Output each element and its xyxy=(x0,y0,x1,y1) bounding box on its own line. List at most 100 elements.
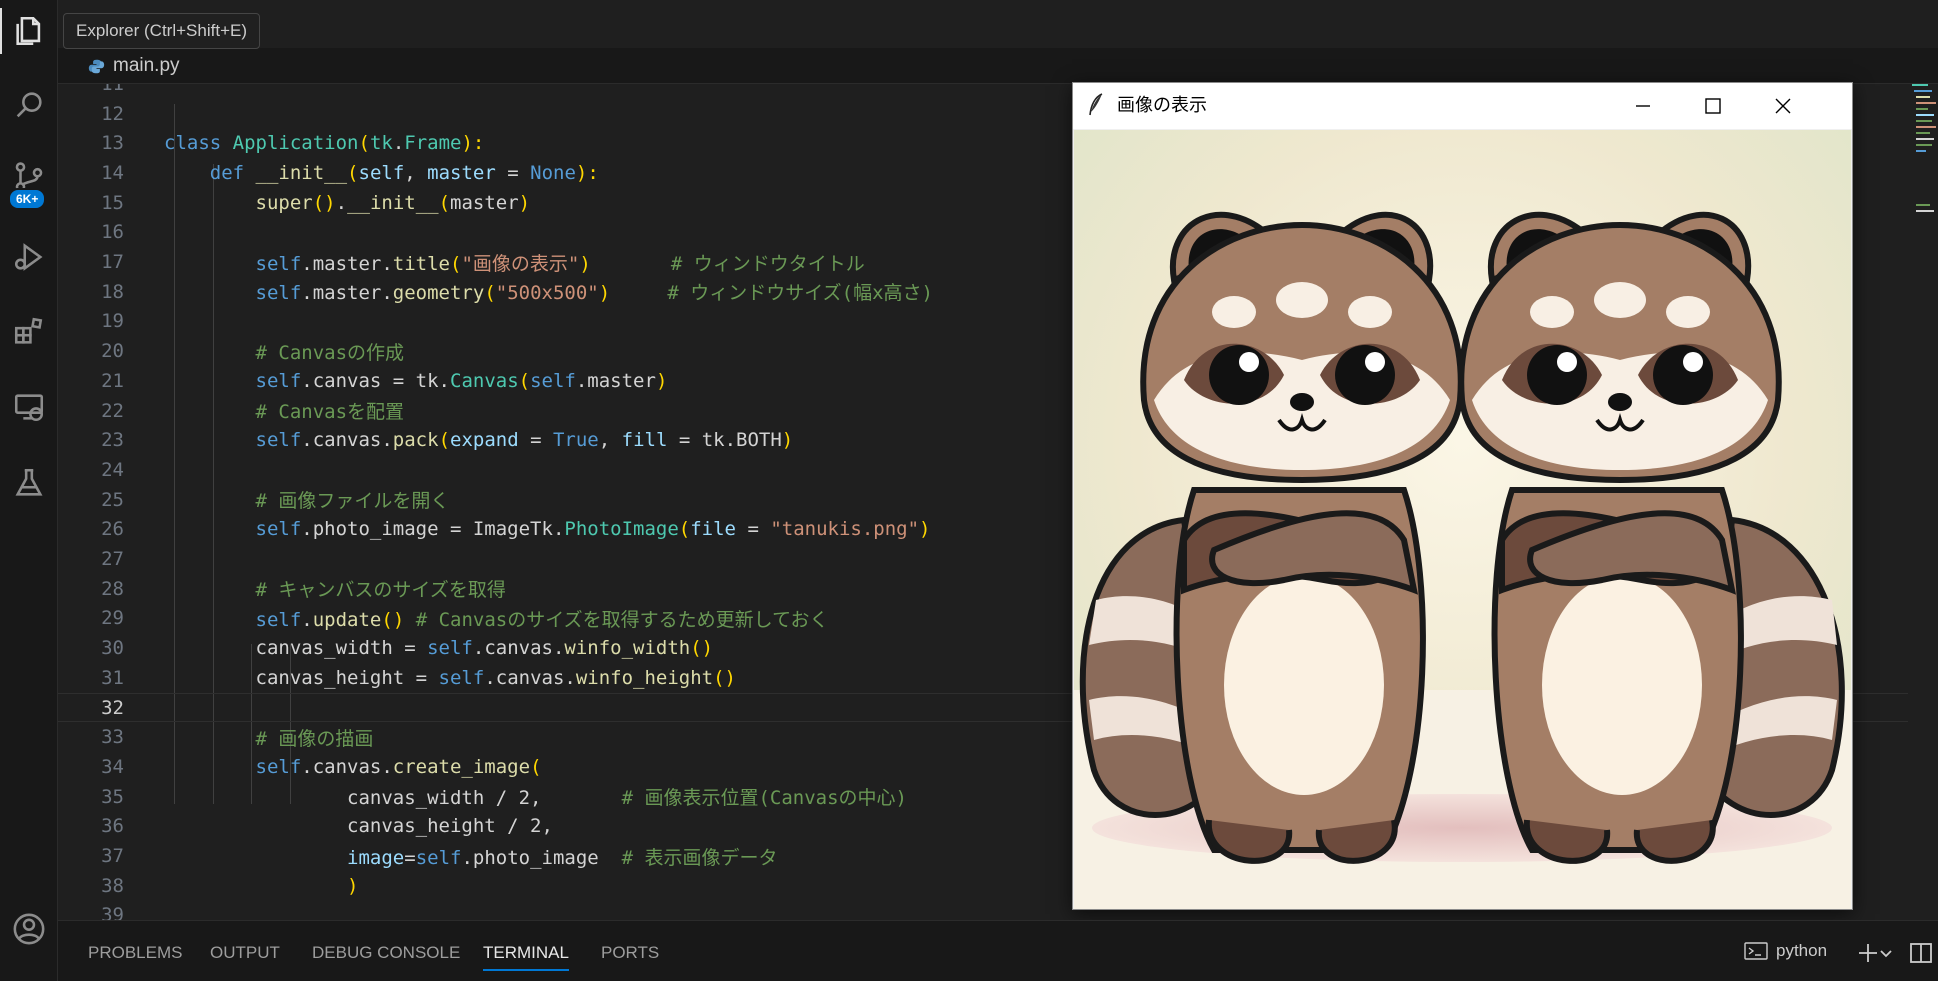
tk-canvas[interactable] xyxy=(1074,130,1851,909)
testing-icon[interactable] xyxy=(0,454,58,512)
minimap[interactable] xyxy=(1908,84,1938,920)
code-token: Frame xyxy=(404,132,462,155)
code-text: self.canvas = tk.Canvas(self.master) xyxy=(164,369,668,392)
search-icon[interactable] xyxy=(0,76,58,134)
code-token: geometry xyxy=(392,282,485,305)
tab-terminal[interactable]: TERMINAL xyxy=(483,943,569,971)
tk-titlebar[interactable]: 画像の表示 xyxy=(1073,83,1852,129)
code-token: .canvas = tk. xyxy=(301,369,450,392)
line-number: 37 xyxy=(101,845,124,868)
tab-debug-console[interactable]: DEBUG CONSOLE xyxy=(312,943,460,963)
terminal-selector[interactable]: python xyxy=(1744,941,1827,961)
tab-problems[interactable]: PROBLEMS xyxy=(88,943,182,963)
line-number: 38 xyxy=(101,874,124,897)
code-token: self xyxy=(255,518,302,541)
tk-feather-icon xyxy=(1089,93,1103,116)
code-token: def xyxy=(209,161,256,184)
code-token: ) xyxy=(347,874,359,897)
line-number: 30 xyxy=(101,637,124,660)
code-token: fill xyxy=(621,429,668,452)
code-token: self xyxy=(530,369,576,392)
code-text: self.canvas.create_image( xyxy=(164,756,542,778)
code-text: # Canvasの作成 xyxy=(164,338,405,365)
code-token: # ウィンドウサイズ(幅x高さ) xyxy=(667,282,934,305)
close-icon xyxy=(1775,98,1791,114)
code-text: class Application(tk.Frame): xyxy=(164,132,484,154)
line-number: 21 xyxy=(101,369,124,392)
tab-main-py[interactable]: main.py xyxy=(88,48,180,84)
code-token: tk xyxy=(369,132,393,155)
code-token: True xyxy=(552,429,599,452)
tab-filename: main.py xyxy=(113,55,180,76)
code-token: expand xyxy=(450,429,519,452)
code-text: canvas_width / 2, # 画像表示位置(Canvasの中心) xyxy=(164,783,907,810)
code-token: . xyxy=(335,191,348,214)
code-token: .master. xyxy=(301,252,393,275)
line-number: 22 xyxy=(101,399,124,422)
code-token: # Canvasの作成 xyxy=(255,341,405,364)
code-token: master xyxy=(450,191,519,214)
code-token: canvas_height = xyxy=(164,666,439,689)
run-debug-icon[interactable] xyxy=(0,228,58,286)
split-terminal-button[interactable] xyxy=(1908,940,1934,966)
code-token: winfo_height xyxy=(575,666,714,689)
code-text: # Canvasを配置 xyxy=(164,397,405,424)
code-token: canvas_height / 2, xyxy=(164,815,553,838)
code-token: = xyxy=(736,518,771,541)
code-token: .master. xyxy=(301,282,393,305)
minimize-icon xyxy=(1636,105,1650,107)
code-token: self xyxy=(358,161,405,184)
line-number: 35 xyxy=(101,785,124,808)
code-token: ( xyxy=(484,282,496,305)
source-control-icon[interactable]: 6K+ xyxy=(0,148,58,210)
tab-ports[interactable]: PORTS xyxy=(601,943,659,963)
line-number: 36 xyxy=(101,815,124,838)
code-token: # 画像の描画 xyxy=(255,727,374,750)
extensions-icon[interactable] xyxy=(0,302,58,360)
code-token: self xyxy=(438,666,485,689)
line-number: 17 xyxy=(101,251,124,274)
close-button[interactable] xyxy=(1748,83,1818,129)
remote-explorer-icon[interactable] xyxy=(0,378,58,436)
code-token: () xyxy=(690,637,714,660)
line-number: 32 xyxy=(101,696,124,719)
line-number: 15 xyxy=(101,191,124,214)
code-token: ( xyxy=(678,518,691,541)
code-token: # 画像表示位置(Canvasの中心) xyxy=(621,787,907,810)
code-token: # ウィンドウタイトル xyxy=(670,252,865,275)
line-number: 16 xyxy=(101,221,124,244)
code-text: self.photo_image = ImageTk.PhotoImage(fi… xyxy=(164,518,931,540)
code-token: "500x500" xyxy=(495,282,599,305)
code-token: image xyxy=(347,846,405,869)
explorer-icon[interactable] xyxy=(0,2,58,60)
account-icon[interactable] xyxy=(0,900,58,958)
code-token: ( xyxy=(450,252,462,275)
minimize-button[interactable] xyxy=(1608,83,1678,129)
code-text: canvas_height / 2, xyxy=(164,815,553,837)
maximize-button[interactable] xyxy=(1678,83,1748,129)
code-text: canvas_height = self.canvas.winfo_height… xyxy=(164,666,737,689)
code-text: # 画像の描画 xyxy=(164,724,374,751)
explorer-tooltip: Explorer (Ctrl+Shift+E) xyxy=(63,13,260,49)
line-number: 29 xyxy=(101,607,124,630)
line-number: 25 xyxy=(101,488,124,511)
tab-output[interactable]: OUTPUT xyxy=(210,943,280,963)
code-token: ( xyxy=(438,191,451,214)
code-token: self xyxy=(255,755,302,778)
code-token: self xyxy=(415,846,462,869)
terminal-dropdown-button[interactable] xyxy=(1878,940,1894,966)
code-token: class xyxy=(164,132,233,155)
code-token: super xyxy=(255,191,313,214)
tk-image-window[interactable]: 画像の表示 xyxy=(1072,82,1853,910)
line-number: 14 xyxy=(101,161,124,184)
line-number: 26 xyxy=(101,518,124,541)
